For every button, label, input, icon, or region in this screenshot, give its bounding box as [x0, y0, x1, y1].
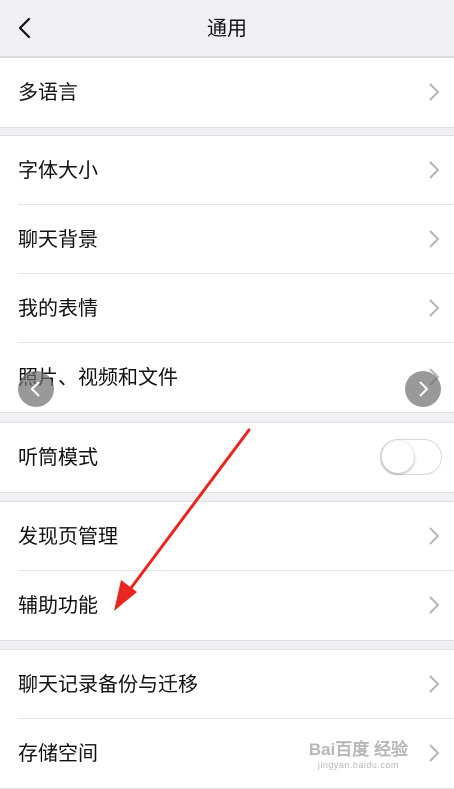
settings-group-language: 多语言	[0, 57, 454, 128]
settings-group-display: 字体大小 聊天背景 我的表情 照片、视频和文件	[0, 135, 454, 413]
storage-row[interactable]: 存储空间	[0, 719, 454, 788]
chevron-right-icon	[429, 161, 440, 179]
my-stickers-row[interactable]: 我的表情	[0, 274, 454, 343]
chat-background-row[interactable]: 聊天背景	[0, 205, 454, 274]
accessibility-row[interactable]: 辅助功能	[0, 571, 454, 640]
chevron-right-icon	[429, 83, 440, 101]
font-size-row[interactable]: 字体大小	[0, 136, 454, 205]
language-row[interactable]: 多语言	[0, 58, 454, 127]
earpiece-mode-label: 听筒模式	[18, 445, 98, 469]
language-label: 多语言	[18, 80, 78, 104]
photos-videos-files-row[interactable]: 照片、视频和文件	[0, 343, 454, 412]
toggle-knob	[382, 441, 414, 473]
settings-group-storage: 聊天记录备份与迁移 存储空间	[0, 649, 454, 789]
chevron-right-icon	[429, 527, 440, 545]
my-stickers-label: 我的表情	[18, 296, 98, 320]
chevron-left-icon	[30, 381, 40, 397]
chevron-right-icon	[429, 675, 440, 693]
chevron-right-icon	[429, 299, 440, 317]
discover-management-row[interactable]: 发现页管理	[0, 502, 454, 571]
chat-background-label: 聊天背景	[18, 227, 98, 251]
carousel-prev-button[interactable]	[18, 371, 54, 407]
chevron-right-icon	[429, 230, 440, 248]
carousel-next-button[interactable]	[405, 371, 441, 407]
earpiece-mode-toggle[interactable]	[380, 439, 442, 475]
chevron-right-icon	[429, 596, 440, 614]
discover-management-label: 发现页管理	[18, 524, 118, 548]
storage-label: 存储空间	[18, 741, 98, 765]
chevron-right-icon	[429, 744, 440, 762]
chevron-right-icon	[419, 381, 429, 397]
chat-backup-migrate-row[interactable]: 聊天记录备份与迁移	[0, 650, 454, 719]
earpiece-mode-row: 听筒模式	[0, 423, 454, 492]
nav-bar: 通用	[0, 0, 454, 57]
chat-backup-migrate-label: 聊天记录备份与迁移	[18, 672, 198, 696]
settings-group-audio: 听筒模式	[0, 422, 454, 493]
page-title: 通用	[207, 16, 247, 40]
settings-group-discover: 发现页管理 辅助功能	[0, 501, 454, 641]
font-size-label: 字体大小	[18, 158, 98, 182]
accessibility-label: 辅助功能	[18, 593, 98, 617]
